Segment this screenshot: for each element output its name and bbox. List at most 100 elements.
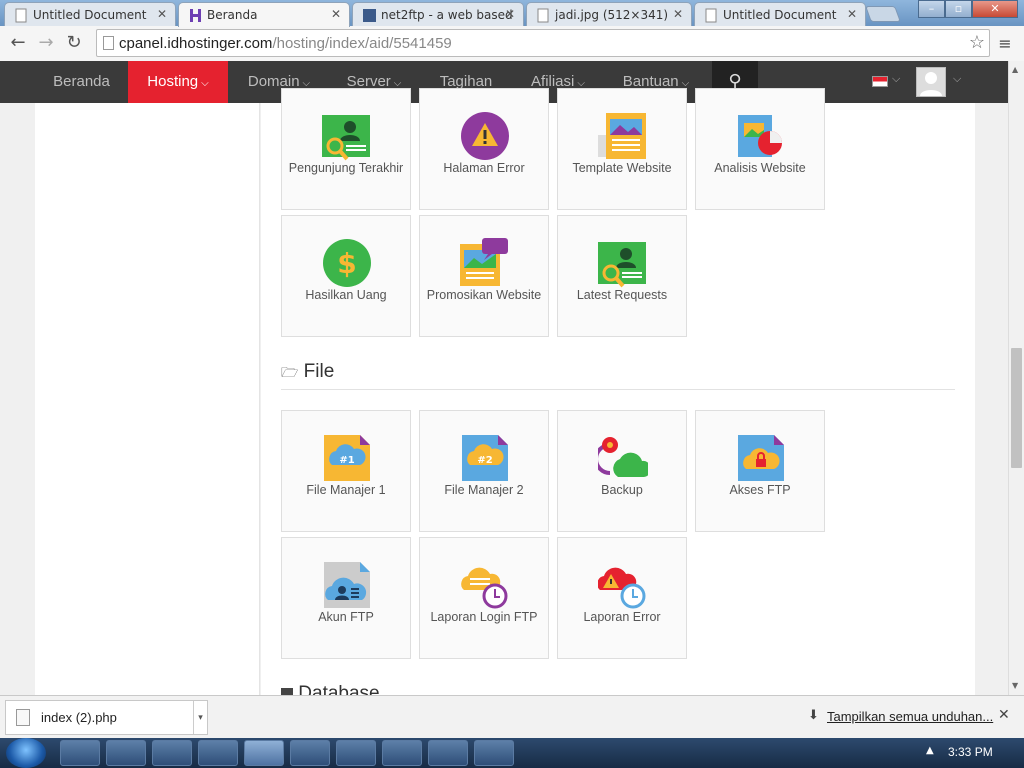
tile-analisis-website[interactable]: Analisis Website [695,88,825,210]
explorer-taskbar-icon[interactable] [60,740,100,766]
bookmark-star-icon[interactable]: ☆ [969,32,985,53]
chevron-down-icon[interactable]: ⌵ [953,72,961,86]
browser-tab[interactable]: net2ftp - a web based ✕ [352,2,524,26]
avatar[interactable] [916,67,946,97]
firefox-taskbar-icon[interactable] [152,740,192,766]
ftp-account-icon [322,560,372,610]
tab-title: jadi.jpg (512×341) [555,8,669,22]
tile-label: Latest Requests [576,288,668,302]
new-tab-button[interactable] [865,6,901,22]
forward-icon[interactable]: → [34,32,58,56]
address-bar[interactable]: cpanel.idhostinger.com/hosting/index/aid… [96,29,990,57]
indonesia-flag-icon[interactable] [872,76,888,87]
show-all-downloads-link[interactable]: Tampilkan semua unduhan... [827,709,993,724]
template-icon [598,111,648,161]
tile-latest-requests[interactable]: Latest Requests [557,215,687,337]
tile-laporan-login-ftp[interactable]: Laporan Login FTP [419,537,549,659]
file-manager-1-icon: #1 [322,433,372,483]
tile-hasilkan-uang[interactable]: $ Hasilkan Uang [281,215,411,337]
cmd-taskbar-icon[interactable] [336,740,376,766]
tile-label: Akses FTP [729,483,791,497]
app-taskbar-icon[interactable] [474,740,514,766]
tile-label: Backup [601,483,643,497]
tile-template-website[interactable]: Template Website [557,88,687,210]
close-icon[interactable]: ✕ [157,7,167,21]
page-scrollbar[interactable]: ▲ ▼ [1008,61,1024,695]
section-header-database: Database [281,683,380,695]
badge-text: #1 [339,455,354,466]
browser-tab[interactable]: Untitled Document ✕ [4,2,176,26]
backup-icon [594,433,652,483]
close-icon[interactable]: ✕ [673,7,683,21]
document-icon [705,8,718,23]
tile-label: Laporan Login FTP [430,610,538,624]
close-icon[interactable]: ✕ [998,707,1010,723]
tile-label: Promosikan Website [426,288,542,302]
tile-label: Pengunjung Terakhir [288,161,404,175]
url-path: /hosting/index/aid/5541459 [272,35,452,52]
close-icon[interactable]: ✕ [505,7,515,21]
tile-backup[interactable]: Backup [557,410,687,532]
window-close-button[interactable]: ✕ [972,0,1018,18]
minimize-button[interactable]: – [918,0,945,18]
tile-label: File Manajer 2 [444,483,524,497]
section-header-file: 🗁 File [281,361,335,382]
scroll-down-icon[interactable]: ▼ [1012,681,1018,690]
warning-icon [460,111,510,161]
app-taskbar-icon[interactable] [198,740,238,766]
file-manager-2-icon: #2 [460,433,510,483]
notepad-taskbar-icon[interactable] [428,740,468,766]
tile-label: Akun FTP [318,610,374,624]
chevron-down-icon[interactable]: ▾ [193,701,207,734]
tile-akun-ftp[interactable]: Akun FTP [281,537,411,659]
tile-pengunjung-terakhir[interactable]: Pengunjung Terakhir [281,88,411,210]
windows-taskbar: ▲ 3:33 PM [0,738,1024,768]
tray-arrow-icon[interactable]: ▲ [926,745,934,756]
media-player-taskbar-icon[interactable] [106,740,146,766]
scrollbar-thumb[interactable] [1011,348,1022,468]
tile-file-manajer-2[interactable]: #2 File Manajer 2 [419,410,549,532]
nav-beranda[interactable]: Beranda [35,61,128,103]
start-button[interactable] [6,738,46,768]
back-icon[interactable]: ← [6,32,30,56]
tab-title: Untitled Document [723,8,837,22]
document-icon [15,8,28,23]
tile-akses-ftp[interactable]: Akses FTP [695,410,825,532]
tile-label: Analisis Website [714,161,806,175]
maximize-button[interactable]: ▫ [945,0,972,18]
tab-title: Beranda [207,8,258,22]
tile-halaman-error[interactable]: Halaman Error [419,88,549,210]
dollar-icon: $ [322,238,372,288]
browser-menu-icon[interactable]: ≡ [996,34,1014,53]
browser-tab[interactable]: jadi.jpg (512×341) ✕ [526,2,692,26]
badge-text: #2 [477,455,492,466]
tile-file-manajer-1[interactable]: #1 File Manajer 1 [281,410,411,532]
visitor-search-icon [322,111,372,161]
sidebar [35,103,260,695]
error-report-icon [597,560,648,610]
download-arrow-icon: ⬇ [808,708,819,723]
chevron-down-icon[interactable]: ⌵ [892,72,900,86]
tile-promosikan-website[interactable]: Promosikan Website [419,215,549,337]
database-header-clip: Database [0,680,1008,695]
tile-label: Halaman Error [443,161,525,175]
requests-icon [598,238,648,288]
browser-tab-active[interactable]: Beranda ✕ [178,2,350,27]
nav-hosting[interactable]: Hosting ⌵ [128,61,228,110]
dreamweaver-taskbar-icon[interactable] [290,740,330,766]
chrome-taskbar-icon[interactable] [244,740,284,766]
tile-laporan-error[interactable]: Laporan Error [557,537,687,659]
svg-text:$: $ [337,247,356,280]
browser-tab[interactable]: Untitled Document ✕ [694,2,866,26]
reload-icon[interactable]: ↻ [62,32,86,56]
ftp-access-icon [736,433,786,483]
download-bar: index (2).php ▾ ⬇ Tampilkan semua unduha… [0,695,1024,738]
promote-icon [460,238,510,288]
ftp-login-report-icon [460,560,510,610]
clock[interactable]: 3:33 PM [948,745,993,759]
close-icon[interactable]: ✕ [847,7,857,21]
close-icon[interactable]: ✕ [331,7,341,21]
app-taskbar-icon[interactable] [382,740,422,766]
scroll-up-icon[interactable]: ▲ [1012,65,1018,74]
download-item[interactable]: index (2).php ▾ [5,700,208,735]
